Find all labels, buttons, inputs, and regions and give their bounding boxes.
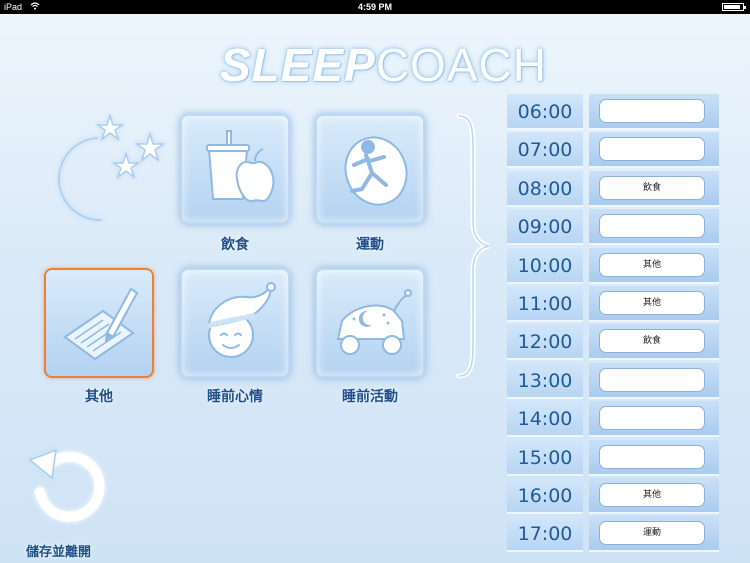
- schedule-row: 08:00 飲食: [507, 170, 719, 207]
- time-slot-label: 11:00: [507, 286, 583, 322]
- category-mood-tile[interactable]: [180, 268, 290, 378]
- category-mood-label: 睡前心情: [207, 389, 263, 405]
- schedule-cell: [589, 132, 719, 169]
- schedule-row: 11:00 其他: [507, 286, 719, 322]
- schedule-cell: 飲食: [589, 324, 719, 361]
- time-slot-label: 10:00: [507, 247, 583, 284]
- category-food-tile[interactable]: [180, 114, 290, 224]
- schedule-entry-field[interactable]: 飲食: [599, 175, 705, 200]
- schedule-entry-field[interactable]: [599, 99, 705, 123]
- note-pencil-icon: [63, 287, 139, 361]
- schedule-cell: 其他: [589, 247, 719, 284]
- schedule-row: 06:00: [507, 94, 719, 130]
- schedule-cell: 其他: [589, 478, 719, 514]
- schedule-entry-field[interactable]: 運動: [599, 521, 705, 546]
- schedule-cell: 運動: [589, 516, 719, 553]
- schedule-entry-field[interactable]: [599, 214, 705, 239]
- category-other-label: 其他: [85, 389, 113, 405]
- schedule-row: 12:00 飲食: [507, 324, 719, 361]
- status-bar: iPad 4:59 PM: [0, 0, 750, 14]
- schedule-entry-field[interactable]: [599, 367, 705, 392]
- schedule-entry-field[interactable]: [599, 137, 705, 162]
- schedule-cell: [589, 439, 719, 476]
- category-exercise-label: 運動: [356, 237, 384, 253]
- category-activity-tile[interactable]: [315, 268, 425, 378]
- bedtime-activity-icon: [336, 289, 412, 355]
- clock: 4:59 PM: [357, 2, 392, 12]
- time-slot-label: 13:00: [507, 362, 583, 399]
- sleep-mood-icon: [205, 282, 276, 358]
- schedule-row: 09:00: [507, 209, 719, 246]
- battery-fill: [724, 5, 741, 9]
- battery-icon: [722, 3, 746, 11]
- undo-arrow-icon[interactable]: [26, 442, 110, 526]
- schedule-cell: 飲食: [589, 170, 719, 207]
- brace-divider: [456, 113, 490, 379]
- schedule-row: 14:00: [507, 401, 719, 438]
- time-slot-label: 15:00: [507, 439, 583, 476]
- schedule-entry-field[interactable]: 其他: [599, 483, 705, 507]
- schedule-cell: [589, 94, 719, 130]
- schedule-cell: 其他: [589, 286, 719, 322]
- time-slot-label: 12:00: [507, 324, 583, 361]
- app-title: SLEEPCOACH: [220, 38, 547, 92]
- time-slot-label: 14:00: [507, 401, 583, 438]
- time-slot-label: 17:00: [507, 516, 583, 553]
- schedule-row: 15:00: [507, 439, 719, 476]
- category-exercise-tile[interactable]: [315, 114, 425, 224]
- category-other-tile[interactable]: [44, 268, 154, 378]
- time-slot-label: 06:00: [507, 94, 583, 130]
- schedule-entry-field[interactable]: 其他: [599, 291, 705, 315]
- category-food-label: 飲食: [221, 237, 249, 253]
- category-activity-label: 睡前活動: [342, 389, 398, 405]
- schedule-entry-field[interactable]: 飲食: [599, 329, 705, 354]
- schedule-entry-field[interactable]: 其他: [599, 252, 705, 277]
- schedule-cell: [589, 209, 719, 246]
- schedule-row: 10:00 其他: [507, 247, 719, 284]
- schedule-entry-field[interactable]: [599, 406, 705, 431]
- food-drink-icon: [206, 130, 275, 203]
- time-slot-label: 07:00: [507, 132, 583, 169]
- schedule-row: 17:00 運動: [507, 516, 719, 553]
- time-slot-label: 08:00: [507, 170, 583, 207]
- time-slot-label: 09:00: [507, 209, 583, 246]
- app-title-bold: SLEEP: [220, 39, 376, 91]
- schedule-row: 13:00: [507, 362, 719, 399]
- app-title-light: COACH: [375, 39, 547, 91]
- moon-stars-icon: [58, 113, 166, 221]
- exercise-icon: [344, 136, 408, 206]
- schedule-entry-field[interactable]: [599, 444, 705, 469]
- save-exit-label[interactable]: 儲存並離開: [26, 541, 91, 560]
- schedule-cell: [589, 401, 719, 438]
- schedule-cell: [589, 362, 719, 399]
- time-slot-label: 16:00: [507, 478, 583, 514]
- schedule-row: 07:00: [507, 132, 719, 169]
- schedule-row: 16:00 其他: [507, 478, 719, 514]
